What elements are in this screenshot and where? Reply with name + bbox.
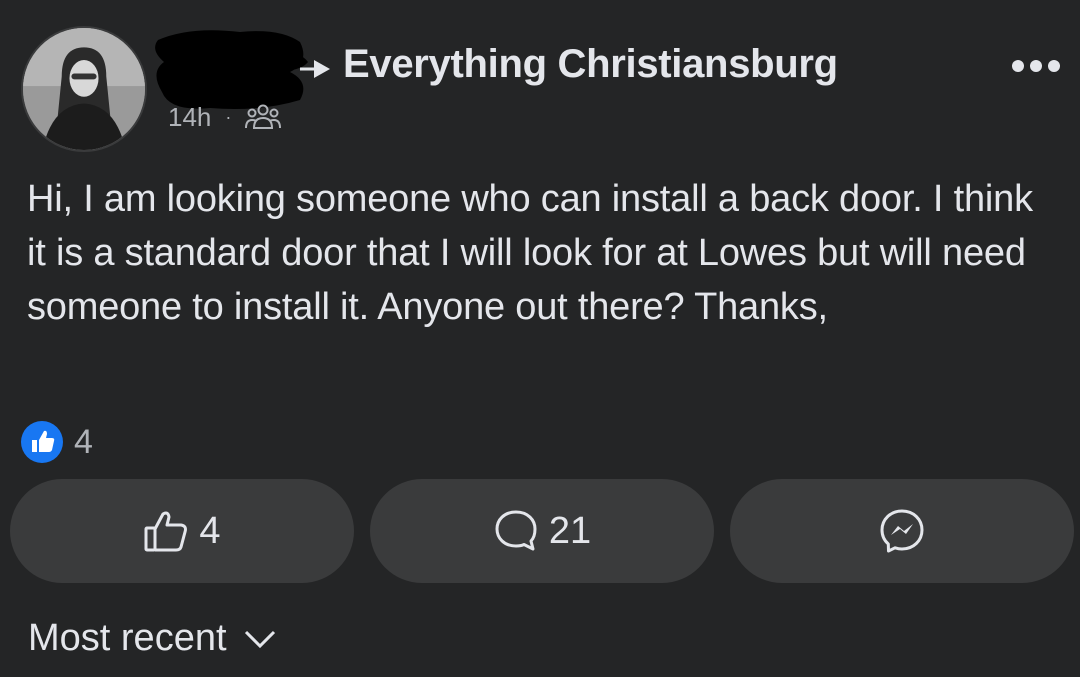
action-bar: 4 21: [10, 479, 1074, 583]
messenger-icon: [880, 509, 924, 553]
send-messenger-button[interactable]: [730, 479, 1074, 583]
post-timestamp[interactable]: 14h: [168, 102, 211, 133]
reactions-summary[interactable]: 4: [20, 420, 93, 464]
meta-separator: ·: [225, 106, 232, 127]
post-body-text: Hi, I am looking someone who can install…: [27, 178, 1033, 328]
reaction-count: 4: [74, 422, 93, 461]
comment-count: 21: [548, 509, 592, 552]
comment-button[interactable]: 21: [370, 479, 714, 583]
post-card: Everything Christiansburg 14h · Hi, I am…: [0, 0, 1080, 677]
more-options-icon[interactable]: [1010, 58, 1062, 74]
comment-icon: [495, 510, 537, 551]
like-button[interactable]: 4: [10, 479, 354, 583]
sort-label: Most recent: [28, 617, 227, 659]
like-badge-icon: [21, 421, 63, 463]
comments-sort-dropdown[interactable]: Most recent: [28, 617, 277, 660]
author-avatar[interactable]: [21, 26, 147, 152]
thumbs-up-icon: [144, 511, 188, 552]
post-meta: 14h ·: [168, 100, 282, 134]
chevron-down-icon: [244, 630, 275, 648]
like-count: 4: [199, 509, 221, 552]
arrow-right-icon: [300, 60, 330, 78]
group-name-link[interactable]: Everything Christiansburg: [343, 42, 838, 87]
members-icon: [245, 104, 282, 129]
